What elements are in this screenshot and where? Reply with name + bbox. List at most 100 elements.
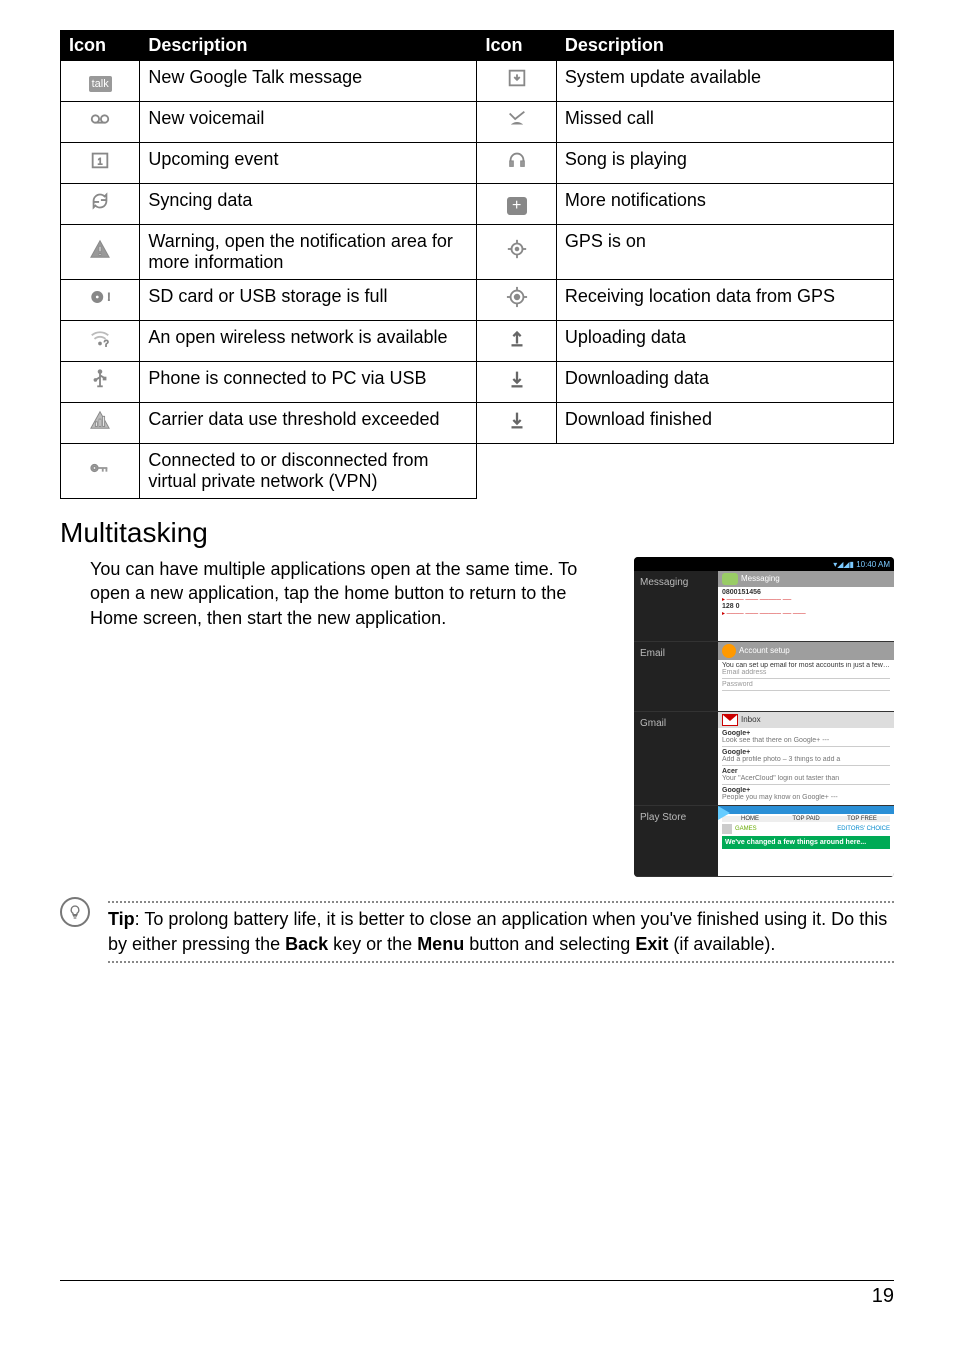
gmail-inbox-label: Inbox [741, 715, 761, 724]
desc-left: New voicemail [140, 102, 477, 143]
play-banner: We've changed a few things around here..… [725, 839, 887, 846]
desc-right: More notifications [556, 184, 893, 225]
play-label: EDITORS' CHOICE [837, 826, 890, 832]
table-row: Warning, open the notification area for … [61, 225, 894, 280]
desc-left: An open wireless network is available [140, 321, 477, 362]
calendar-icon: 1 [89, 154, 111, 176]
tip-key-exit: Exit [635, 934, 668, 954]
download-done-icon [506, 414, 528, 436]
storage-full-icon: ! [89, 291, 111, 313]
col-icon-header: Icon [61, 31, 140, 61]
play-tab: TOP PAID [778, 816, 834, 822]
desc-right: Song is playing [556, 143, 893, 184]
vpn-icon [89, 462, 111, 484]
tip-label: Tip [108, 909, 135, 929]
status-icons: ▾◢◢▮ [833, 560, 854, 569]
table-row: Syncing data + More notifications [61, 184, 894, 225]
download-available-icon [506, 72, 528, 94]
data-threshold-icon [89, 414, 111, 436]
email-app-icon [722, 644, 736, 658]
tip-body: (if available). [668, 934, 775, 954]
col-icon-header-2: Icon [477, 31, 556, 61]
tip-body: button and selecting [464, 934, 635, 954]
play-label: GAMES [735, 826, 757, 832]
gmail-app-icon [722, 714, 738, 726]
table-row: ! SD card or USB storage is full Receivi… [61, 280, 894, 321]
table-row: ? An open wireless network is available … [61, 321, 894, 362]
desc-right: Missed call [556, 102, 893, 143]
tip-body: key or the [328, 934, 417, 954]
svg-text:?: ? [104, 338, 109, 348]
table-row: 1 Upcoming event Song is playing [61, 143, 894, 184]
download-icon [506, 373, 528, 395]
table-row: talk New Google Talk message System upda… [61, 61, 894, 102]
recent-app-playstore: Play Store [634, 806, 718, 876]
desc-left: SD card or USB storage is full [140, 280, 477, 321]
headphones-icon [506, 154, 528, 176]
notification-icons-table: Icon Description Icon Description talk N… [60, 30, 894, 499]
messaging-number: 0800151456 [722, 589, 890, 596]
wifi-open-icon: ? [89, 332, 111, 354]
col-desc-header-2: Description [556, 31, 893, 61]
desc-left: Syncing data [140, 184, 477, 225]
desc-right: Uploading data [556, 321, 893, 362]
tip-key-menu: Menu [417, 934, 464, 954]
missed-call-icon [506, 113, 528, 135]
email-setup-text: You can set up email for most accounts i… [722, 662, 890, 669]
tip-key-back: Back [285, 934, 328, 954]
recent-app-email: Email [634, 642, 718, 712]
desc-left: Warning, open the notification area for … [140, 225, 477, 280]
table-row: New voicemail Missed call [61, 102, 894, 143]
play-tab: TOP FREE [834, 816, 890, 822]
gps-receiving-icon [506, 291, 528, 313]
gmail-snippet: Add a profile photo – 3 things to add a [722, 756, 890, 763]
recent-app-messaging: Messaging [634, 571, 718, 641]
email-field-password: Password [722, 681, 890, 688]
usb-icon [89, 373, 111, 395]
gmail-sender: Google+ [722, 749, 750, 756]
svg-text:!: ! [108, 292, 111, 304]
gmail-sender: Acer [722, 768, 738, 775]
email-card-header: Account setup [739, 646, 790, 655]
upload-icon [506, 332, 528, 354]
section-heading-multitasking: Multitasking [60, 517, 894, 549]
desc-left: Phone is connected to PC via USB [140, 362, 477, 403]
messaging-card-header: Messaging [741, 574, 780, 583]
recent-app-gmail: Gmail [634, 712, 718, 805]
tip-text: Tip: To prolong battery life, it is bett… [108, 897, 894, 967]
gmail-sender: Google+ [722, 787, 750, 794]
desc-right: Receiving location data from GPS [556, 280, 893, 321]
talk-icon: talk [89, 76, 112, 92]
col-desc-header: Description [140, 31, 477, 61]
desc-right: GPS is on [556, 225, 893, 280]
desc-right: Downloading data [556, 362, 893, 403]
multitasking-paragraph: You can have multiple applications open … [90, 557, 614, 630]
recent-apps-screenshot: ▾◢◢▮ 10:40 AM Messaging Messaging 080015… [634, 557, 894, 877]
more-icon: + [507, 193, 527, 215]
desc-right: Download finished [556, 403, 893, 444]
page-number: 19 [60, 1280, 894, 1308]
sync-icon [89, 195, 111, 217]
messaging-app-icon [722, 573, 738, 585]
desc-left: Connected to or disconnected from virtua… [140, 444, 477, 499]
desc-left: New Google Talk message [140, 61, 477, 102]
desc-left: Upcoming event [140, 143, 477, 184]
table-row: Carrier data use threshold exceeded Down… [61, 403, 894, 444]
gmail-snippet: People you may know on Google+ --- [722, 794, 890, 801]
gmail-sender: Google+ [722, 730, 750, 737]
warning-icon [89, 243, 111, 265]
tip-lightbulb-icon [60, 897, 90, 927]
gmail-snippet: Look see that there on Google+ --- [722, 737, 890, 744]
desc-left: Carrier data use threshold exceeded [140, 403, 477, 444]
table-row: Connected to or disconnected from virtua… [61, 444, 894, 499]
gps-on-icon [506, 243, 528, 265]
desc-right: System update available [556, 61, 893, 102]
play-tab: HOME [722, 816, 778, 822]
status-time: 10:40 AM [856, 560, 890, 569]
voicemail-icon [89, 113, 111, 135]
email-field-address: Email address [722, 669, 890, 676]
gmail-snippet: Your "AcerCloud" login out faster than [722, 775, 890, 782]
messaging-text2: 128 0 [722, 603, 890, 610]
svg-text:1: 1 [98, 157, 103, 167]
table-row: Phone is connected to PC via USB Downloa… [61, 362, 894, 403]
